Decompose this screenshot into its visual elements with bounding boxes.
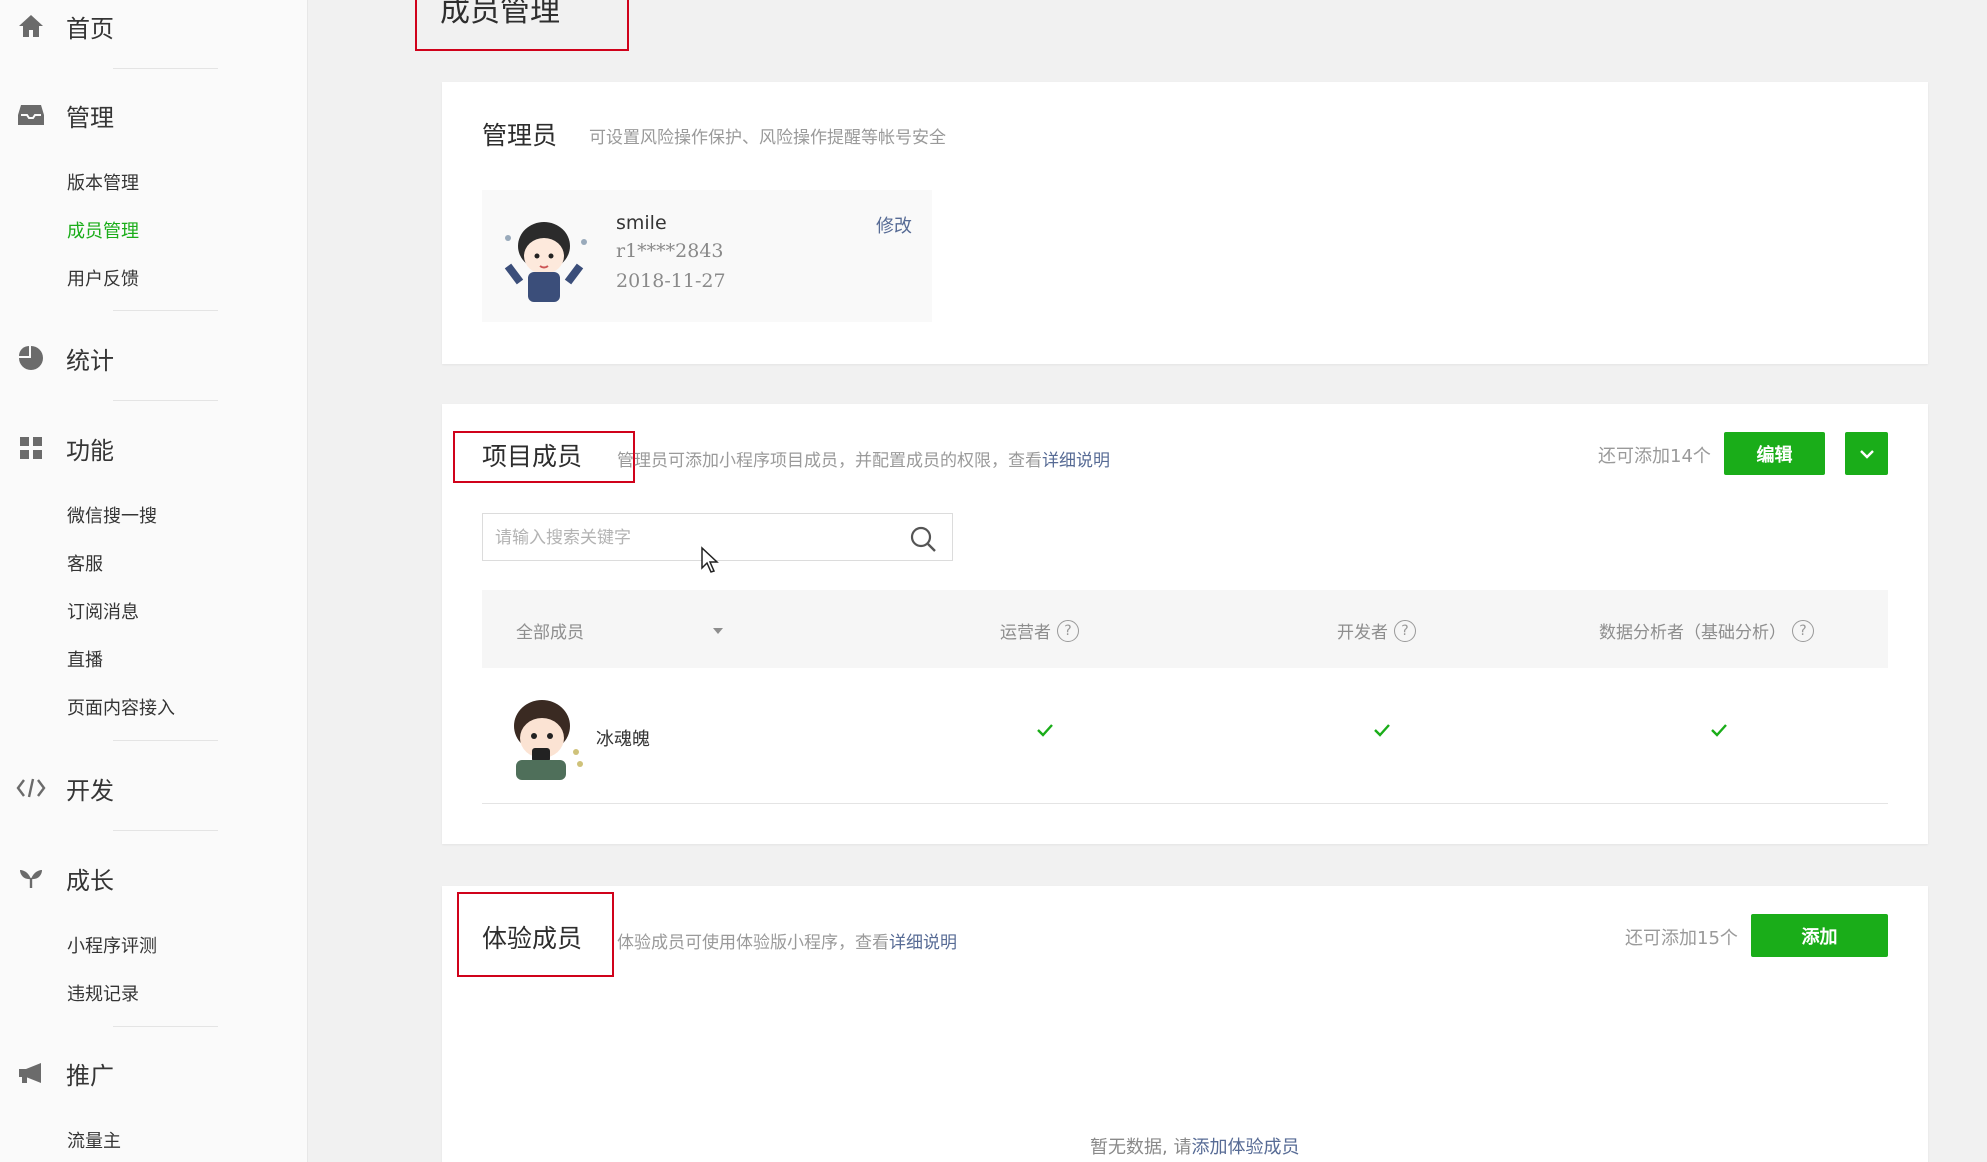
search-icon[interactable] bbox=[909, 525, 937, 553]
nav-user-feedback[interactable]: 用户反馈 bbox=[67, 265, 139, 291]
nav-page-content[interactable]: 页面内容接入 bbox=[67, 694, 175, 720]
add-trial-member-button[interactable]: 添加 bbox=[1751, 914, 1888, 957]
sprout-icon bbox=[16, 863, 46, 893]
nav-traffic-owner[interactable]: 流量主 bbox=[67, 1127, 121, 1153]
col-analyst-label: 数据分析者（基础分析） bbox=[1599, 623, 1786, 643]
divider bbox=[113, 68, 218, 69]
help-icon[interactable]: ? bbox=[1792, 619, 1814, 642]
project-desc-link[interactable]: 详细说明 bbox=[1042, 451, 1110, 471]
nav-evaluation[interactable]: 小程序评测 bbox=[67, 932, 157, 958]
admin-desc: 可设置风险操作保护、风险操作提醒等帐号安全 bbox=[589, 128, 946, 148]
nav-violation[interactable]: 违规记录 bbox=[67, 980, 139, 1006]
megaphone-icon bbox=[16, 1058, 46, 1088]
search-input[interactable] bbox=[495, 524, 895, 552]
empty-state: 暂无数据, 请添加体验成员 bbox=[1090, 1133, 1299, 1159]
project-desc-text: 管理员可添加小程序项目成员，并配置成员的权限，查看 bbox=[617, 451, 1042, 471]
admin-id: r1****2843 bbox=[616, 240, 724, 262]
col-developer: 开发者 ? bbox=[1337, 618, 1416, 643]
filter-label: 全部成员 bbox=[516, 623, 584, 643]
trial-quota: 还可添加15个 bbox=[1625, 928, 1738, 949]
nav-growth-label: 成长 bbox=[66, 866, 114, 895]
pie-chart-icon bbox=[16, 343, 46, 373]
trial-desc: 体验成员可使用体验版小程序，查看详细说明 bbox=[617, 928, 957, 953]
divider bbox=[113, 310, 218, 311]
member-avatar bbox=[514, 700, 583, 780]
divider bbox=[113, 740, 218, 741]
divider bbox=[113, 1026, 218, 1027]
nav-subscribe-message[interactable]: 订阅消息 bbox=[67, 598, 139, 624]
nav-live[interactable]: 直播 bbox=[67, 646, 103, 672]
admin-edit-link[interactable]: 修改 bbox=[876, 212, 912, 238]
mouse-cursor-icon bbox=[701, 546, 719, 573]
nav-features-label: 功能 bbox=[66, 436, 114, 465]
check-icon bbox=[1037, 724, 1053, 737]
nav-version-manage[interactable]: 版本管理 bbox=[67, 169, 139, 195]
sidebar: 首页 管理 版本管理 成员管理 用户反馈 统计 功能 微信搜一搜 客服 订阅消息… bbox=[0, 0, 308, 1162]
help-icon[interactable]: ? bbox=[1057, 619, 1079, 642]
code-icon bbox=[16, 773, 46, 803]
row-divider bbox=[482, 803, 1888, 804]
grid-icon bbox=[16, 433, 46, 463]
edit-members-button[interactable]: 编辑 bbox=[1724, 432, 1825, 475]
home-icon bbox=[16, 11, 46, 41]
add-trial-member-link[interactable]: 添加体验成员 bbox=[1191, 1137, 1299, 1158]
divider bbox=[113, 830, 218, 831]
empty-text: 暂无数据, 请 bbox=[1090, 1137, 1192, 1158]
col-operator: 运营者 ? bbox=[1000, 618, 1079, 643]
trial-title: 体验成员 bbox=[482, 924, 583, 953]
project-quota: 还可添加14个 bbox=[1598, 446, 1711, 467]
help-icon[interactable]: ? bbox=[1394, 619, 1416, 642]
member-name: 冰魂魄 bbox=[596, 729, 650, 750]
col-analyst: 数据分析者（基础分析） ? bbox=[1599, 618, 1814, 643]
project-desc: 管理员可添加小程序项目成员，并配置成员的权限，查看详细说明 bbox=[617, 446, 1110, 471]
nav-home-label: 首页 bbox=[66, 14, 114, 43]
nav-stats-label: 统计 bbox=[66, 346, 114, 375]
check-icon bbox=[1711, 724, 1727, 737]
divider bbox=[113, 400, 218, 401]
nav-customer-service[interactable]: 客服 bbox=[67, 550, 103, 576]
chevron-down-icon bbox=[1859, 449, 1874, 459]
admin-title: 管理员 bbox=[482, 121, 558, 150]
trial-desc-link[interactable]: 详细说明 bbox=[889, 933, 957, 953]
col-operator-label: 运营者 bbox=[1000, 623, 1051, 643]
trial-desc-text: 体验成员可使用体验版小程序，查看 bbox=[617, 933, 889, 953]
nav-wechat-search[interactable]: 微信搜一搜 bbox=[67, 502, 157, 528]
nav-manage-label: 管理 bbox=[66, 103, 114, 132]
check-icon bbox=[1374, 724, 1390, 737]
admin-name: smile bbox=[616, 212, 667, 234]
col-developer-label: 开发者 bbox=[1337, 623, 1388, 643]
filter-dropdown[interactable]: 全部成员 bbox=[516, 618, 724, 643]
nav-dev-label: 开发 bbox=[66, 776, 114, 805]
project-title: 项目成员 bbox=[482, 442, 583, 471]
nav-promo-label: 推广 bbox=[66, 1061, 114, 1090]
inbox-icon bbox=[16, 100, 46, 130]
admin-date: 2018-11-27 bbox=[616, 270, 726, 292]
expand-dropdown-button[interactable] bbox=[1845, 432, 1888, 475]
admin-avatar bbox=[504, 222, 587, 302]
nav-member-manage[interactable]: 成员管理 bbox=[67, 217, 139, 243]
page-title: 成员管理 bbox=[440, 0, 560, 29]
caret-down-icon bbox=[713, 627, 723, 634]
